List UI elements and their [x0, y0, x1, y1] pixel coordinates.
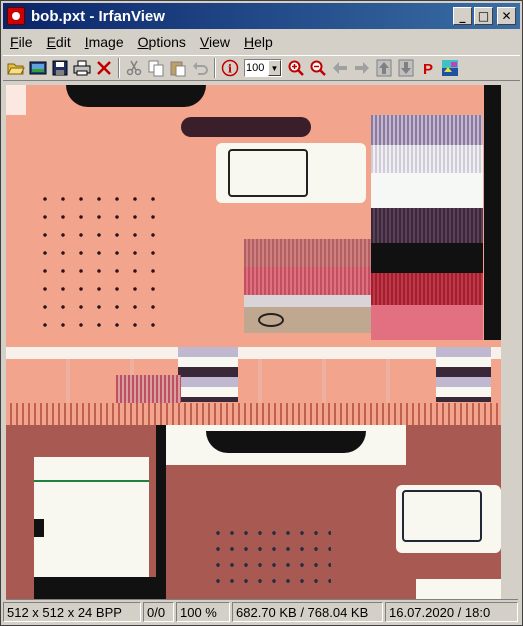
- info-icon[interactable]: i: [219, 57, 241, 79]
- image-region: [6, 359, 501, 404]
- status-bar: 512 x 512 x 24 BPP 0/0 100 % 682.70 KB /…: [3, 601, 520, 623]
- last-icon[interactable]: [395, 57, 417, 79]
- print-icon[interactable]: [71, 57, 93, 79]
- color-correction-icon[interactable]: [439, 57, 461, 79]
- status-datetime: 16.07.2020 / 18:0: [385, 602, 518, 622]
- image-region: [178, 347, 238, 402]
- first-icon[interactable]: [373, 57, 395, 79]
- menu-file[interactable]: File: [3, 34, 40, 50]
- save-icon[interactable]: [49, 57, 71, 79]
- image-region: [371, 273, 483, 305]
- close-button[interactable]: ✕: [497, 7, 516, 25]
- image-region: [66, 85, 206, 107]
- image-region: [206, 431, 366, 453]
- image-region: [181, 117, 311, 137]
- image-region: [484, 85, 501, 340]
- paste-icon[interactable]: [167, 57, 189, 79]
- image-region: [436, 347, 491, 402]
- zoom-in-icon[interactable]: [285, 57, 307, 79]
- toolbar-separator: [214, 58, 216, 78]
- image-region: [244, 239, 371, 267]
- image-region: [371, 305, 483, 340]
- previous-icon[interactable]: [329, 57, 351, 79]
- image-region: [34, 519, 44, 537]
- menu-bar: File Edit Image Options View Help: [3, 31, 520, 53]
- image-region: [371, 115, 483, 145]
- menu-help[interactable]: Help: [237, 34, 280, 50]
- irfanview-window: bob.pxt - IrfanView _ □ ✕ File Edit Imag…: [0, 0, 523, 626]
- image-region: [416, 579, 501, 599]
- image-region: [211, 525, 331, 585]
- paint-icon[interactable]: P: [417, 57, 439, 79]
- image-region: [34, 480, 149, 482]
- menu-image[interactable]: Image: [78, 34, 131, 50]
- image-region: [371, 173, 483, 208]
- image-region: [371, 145, 483, 173]
- status-dimensions: 512 x 512 x 24 BPP: [3, 602, 141, 622]
- image-region: [371, 208, 483, 243]
- undo-icon[interactable]: [189, 57, 211, 79]
- image-region: [6, 85, 26, 115]
- menu-edit[interactable]: Edit: [40, 34, 78, 50]
- app-icon[interactable]: [7, 7, 25, 25]
- title-bar[interactable]: bob.pxt - IrfanView _ □ ✕: [3, 3, 520, 29]
- zoom-select[interactable]: 100 ▼: [244, 59, 282, 77]
- status-filesize: 682.70 KB / 768.04 KB: [232, 602, 383, 622]
- vertical-scrollbar[interactable]: [501, 85, 518, 599]
- delete-icon[interactable]: [93, 57, 115, 79]
- maximize-button[interactable]: □: [474, 7, 493, 25]
- menu-view[interactable]: View: [193, 34, 237, 50]
- image-region: [36, 190, 166, 330]
- toolbar: i 100 ▼ P: [3, 55, 520, 81]
- zoom-out-icon[interactable]: [307, 57, 329, 79]
- next-icon[interactable]: [351, 57, 373, 79]
- image-region: [6, 347, 501, 359]
- image-region: [244, 267, 371, 295]
- menu-options[interactable]: Options: [131, 34, 193, 50]
- copy-icon[interactable]: [145, 57, 167, 79]
- image-region: [156, 425, 166, 599]
- zoom-select-value: 100: [246, 62, 265, 74]
- open-folder-icon[interactable]: [5, 57, 27, 79]
- image-region: [228, 149, 308, 197]
- image-region: [34, 577, 156, 599]
- cut-icon[interactable]: [123, 57, 145, 79]
- status-index: 0/0: [143, 602, 174, 622]
- thumbnails-icon[interactable]: [27, 57, 49, 79]
- image-region: [244, 295, 371, 307]
- image-canvas[interactable]: [6, 85, 501, 599]
- image-region: [402, 490, 482, 542]
- window-title: bob.pxt - IrfanView: [31, 7, 165, 25]
- image-region: [34, 457, 149, 577]
- image-region: [116, 375, 181, 403]
- status-zoom: 100 %: [176, 602, 230, 622]
- svg-text:P: P: [423, 61, 433, 77]
- canvas-bottom-border: [6, 599, 518, 600]
- toolbar-separator: [118, 58, 120, 78]
- image-region: [6, 403, 501, 425]
- minimize-button[interactable]: _: [453, 7, 472, 25]
- chevron-down-icon[interactable]: ▼: [268, 60, 281, 76]
- image-region: [371, 243, 483, 273]
- image-region: [258, 313, 284, 327]
- svg-text:i: i: [228, 63, 232, 76]
